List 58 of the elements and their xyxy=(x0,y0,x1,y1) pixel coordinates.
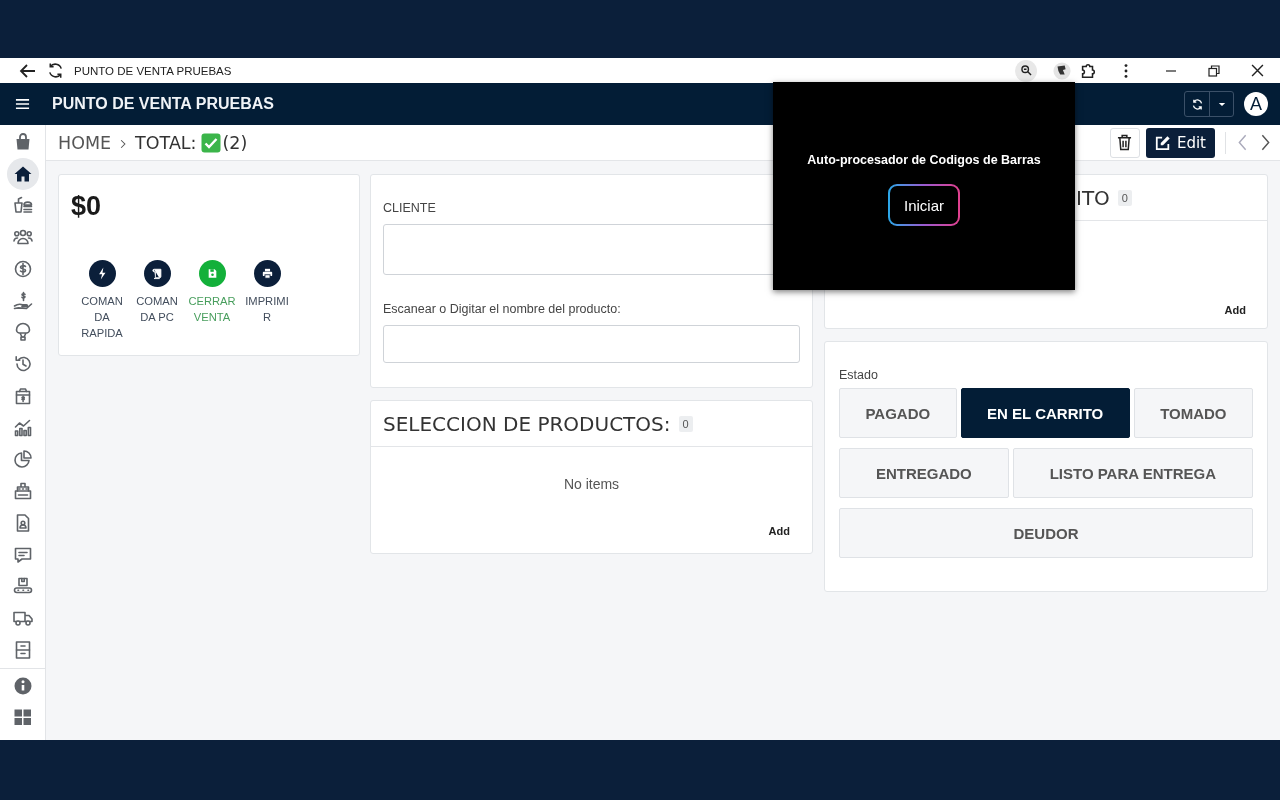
app-title: PUNTO DE VENTA PRUEBAS xyxy=(52,95,275,113)
status-button[interactable]: ENTREGADO xyxy=(839,448,1009,498)
popup-title: Auto-procesador de Codigos de Barras xyxy=(807,153,1041,167)
add-link[interactable]: Add xyxy=(768,525,790,537)
count-badge: 0 xyxy=(1117,189,1132,206)
restore-icon[interactable] xyxy=(1208,64,1220,77)
section-title: SELECCION DE PRODUCTOS: xyxy=(383,411,671,436)
grid-icon xyxy=(12,707,33,728)
trash-icon xyxy=(1117,134,1133,151)
menu-dots-icon[interactable] xyxy=(1123,61,1129,80)
zoom-button[interactable] xyxy=(1015,59,1037,82)
action-button[interactable] xyxy=(253,260,281,287)
breadcrumb-current: TOTAL: xyxy=(135,132,197,153)
section-title: ITO xyxy=(1076,185,1110,210)
menu-icon[interactable] xyxy=(15,98,30,110)
sync-icon xyxy=(1190,97,1204,111)
zoom-icon xyxy=(1019,64,1033,77)
close-icon[interactable] xyxy=(1251,64,1264,77)
status-button[interactable]: EN EL CARRITO xyxy=(960,388,1130,438)
sidebar-item[interactable] xyxy=(6,157,39,190)
status-button[interactable]: PAGADO xyxy=(839,388,957,438)
check-icon xyxy=(200,132,221,153)
reload-icon[interactable] xyxy=(46,61,65,80)
chevron-icon xyxy=(120,138,127,149)
cash-register-icon xyxy=(12,481,33,502)
user-avatar[interactable]: A xyxy=(1244,92,1268,116)
food-icon xyxy=(12,195,33,216)
page-title: PUNTO DE VENTA PRUEBAS xyxy=(74,64,232,77)
input-field[interactable] xyxy=(383,325,800,363)
puzzle-icon[interactable] xyxy=(1079,61,1097,80)
caret-icon xyxy=(1217,101,1226,107)
status-button[interactable]: DEUDOR xyxy=(839,508,1253,558)
add-link[interactable]: Add xyxy=(1224,304,1246,316)
pie-chart-icon xyxy=(12,449,33,470)
status-button[interactable]: LISTO PARA ENTREGA xyxy=(1012,448,1253,498)
empty-message: No items xyxy=(563,476,620,492)
edit-button[interactable]: Edit xyxy=(1145,127,1215,158)
field-label: Escanear o Digitar el nombre del producto: xyxy=(383,302,622,316)
field-label: CLIENTE xyxy=(383,201,437,215)
next-icon[interactable] xyxy=(1261,134,1270,151)
chart-icon xyxy=(12,417,33,438)
action-button[interactable] xyxy=(143,260,171,287)
coin-icon xyxy=(12,258,33,279)
info-icon xyxy=(12,675,33,696)
action-button[interactable] xyxy=(88,260,116,287)
delete-button[interactable] xyxy=(1109,127,1140,158)
action-label[interactable]: COMANDA PC xyxy=(133,293,181,325)
field-label: Estado xyxy=(839,368,879,382)
hand-coin-icon xyxy=(12,290,33,311)
action-label[interactable]: COMANDA RAPIDA xyxy=(78,293,126,341)
breadcrumb-link[interactable]: HOME xyxy=(58,132,112,153)
total-count: (2) xyxy=(222,132,248,153)
total-amount: $0 xyxy=(71,191,103,222)
status-button[interactable]: TOMADO xyxy=(1133,388,1253,438)
edit-icon xyxy=(1154,134,1171,151)
action-label[interactable]: IMPRIMIR xyxy=(243,293,291,325)
start-button[interactable]: Iniciar xyxy=(890,186,958,224)
count-badge: 0 xyxy=(678,415,693,432)
